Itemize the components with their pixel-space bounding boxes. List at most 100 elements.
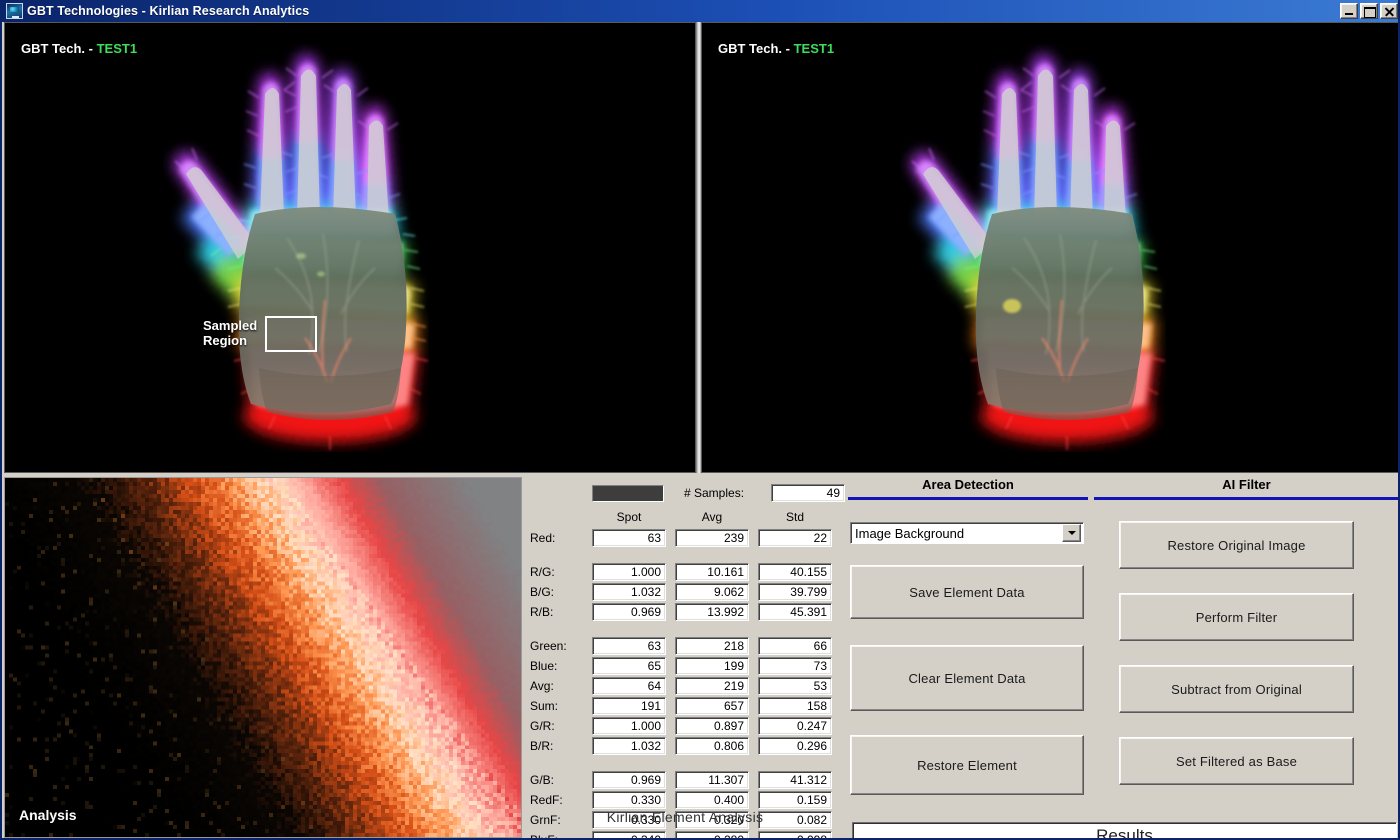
area-detection-dropdown-value: Image Background bbox=[851, 526, 1062, 541]
left-panel-label: GBT Tech. - TEST1 bbox=[21, 41, 137, 56]
maximize-button[interactable] bbox=[1360, 3, 1378, 19]
field-redf-spot[interactable]: 0.330 bbox=[592, 791, 666, 809]
field-gb-avg[interactable]: 11.307 bbox=[675, 771, 749, 789]
analysis-label: Analysis bbox=[19, 807, 77, 823]
results-bar[interactable]: Results bbox=[852, 822, 1397, 840]
field-rb-avg[interactable]: 13.992 bbox=[675, 603, 749, 621]
field-bg-avg[interactable]: 9.062 bbox=[675, 583, 749, 601]
kirlian-hand-render-left bbox=[5, 23, 695, 472]
field-sum-avg[interactable]: 657 bbox=[675, 697, 749, 715]
subtract-from-original-button[interactable]: Subtract from Original bbox=[1119, 665, 1354, 713]
row-label-rg: R/G: bbox=[530, 565, 555, 579]
field-rg-spot[interactable]: 1.000 bbox=[592, 563, 666, 581]
field-sum-spot[interactable]: 191 bbox=[592, 697, 666, 715]
analysis-image-panel[interactable]: Analysis bbox=[4, 477, 522, 838]
kirlian-image-left[interactable]: GBT Tech. - TEST1 Sampled Region bbox=[4, 22, 696, 473]
field-bg-std[interactable]: 39.799 bbox=[758, 583, 832, 601]
close-icon bbox=[1381, 4, 1397, 18]
ai-filter-rule bbox=[1094, 497, 1399, 500]
field-gr-std[interactable]: 0.247 bbox=[758, 717, 832, 735]
save-element-data-button[interactable]: Save Element Data bbox=[850, 565, 1084, 619]
row-label-gr: G/R: bbox=[530, 719, 555, 733]
field-rg-std[interactable]: 40.155 bbox=[758, 563, 832, 581]
left-panel-label-prefix: GBT Tech. - bbox=[21, 41, 97, 56]
close-button[interactable] bbox=[1380, 3, 1398, 19]
field-red-std[interactable]: 22 bbox=[758, 529, 832, 547]
sampled-region-box[interactable] bbox=[265, 316, 317, 352]
field-green-avg[interactable]: 218 bbox=[675, 637, 749, 655]
maximize-icon bbox=[1361, 4, 1377, 18]
field-bluf-std[interactable]: 0.098 bbox=[758, 831, 832, 840]
field-sum-std[interactable]: 158 bbox=[758, 697, 832, 715]
kirlian-element-analysis-panel: # Samples: 49 Spot Avg Std Red:6323922R/… bbox=[526, 477, 844, 838]
minimize-icon bbox=[1341, 4, 1357, 18]
field-blue-avg[interactable]: 199 bbox=[675, 657, 749, 675]
field-avg-std[interactable]: 53 bbox=[758, 677, 832, 695]
field-avg-spot[interactable]: 64 bbox=[592, 677, 666, 695]
field-gb-spot[interactable]: 0.969 bbox=[592, 771, 666, 789]
kirlian-hand-render-right bbox=[702, 23, 1398, 472]
kirlian-hand-svg-right bbox=[892, 38, 1192, 458]
kirlian-image-right[interactable]: GBT Tech. - TEST1 bbox=[701, 22, 1399, 473]
row-label-bluf: BluF: bbox=[530, 833, 558, 840]
chevron-down-icon[interactable] bbox=[1062, 524, 1081, 542]
area-detection-rule bbox=[848, 497, 1088, 500]
sampled-region-line1: Sampled bbox=[203, 319, 257, 334]
row-label-br: B/R: bbox=[530, 739, 553, 753]
row-label-rb: R/B: bbox=[530, 605, 553, 619]
area-detection-panel: Area Detection Image Background Save Ele… bbox=[848, 477, 1088, 838]
field-red-spot[interactable]: 63 bbox=[592, 529, 666, 547]
title-bar[interactable]: GBT Technologies - Kirlian Research Anal… bbox=[2, 0, 1400, 22]
field-green-spot[interactable]: 63 bbox=[592, 637, 666, 655]
window-body: GBT Tech. - TEST1 Sampled Region bbox=[2, 22, 1400, 840]
minimize-button[interactable] bbox=[1340, 3, 1358, 19]
field-blue-std[interactable]: 73 bbox=[758, 657, 832, 675]
stats-grid: Red: 63 239 22 R/G: 1.000 10.161 40.155 B/G: 1.03… bbox=[526, 477, 844, 838]
row-label-bg: B/G: bbox=[530, 585, 554, 599]
field-blue-spot[interactable]: 65 bbox=[592, 657, 666, 675]
sampled-region-line2: Region bbox=[203, 334, 257, 349]
row-label-sum: Sum: bbox=[530, 699, 558, 713]
perform-filter-button[interactable]: Perform Filter bbox=[1119, 593, 1354, 641]
field-rb-spot[interactable]: 0.969 bbox=[592, 603, 666, 621]
field-rb-std[interactable]: 45.391 bbox=[758, 603, 832, 621]
field-gb-std[interactable]: 41.312 bbox=[758, 771, 832, 789]
row-label-redf: RedF: bbox=[530, 793, 563, 807]
clear-element-data-button[interactable]: Clear Element Data bbox=[850, 645, 1084, 711]
field-bg-spot[interactable]: 1.032 bbox=[592, 583, 666, 601]
area-detection-title: Area Detection bbox=[848, 477, 1088, 492]
field-gr-avg[interactable]: 0.897 bbox=[675, 717, 749, 735]
ai-filter-title: AI Filter bbox=[1094, 477, 1399, 492]
application-window: GBT Technologies - Kirlian Research Anal… bbox=[0, 0, 1400, 840]
field-redf-avg[interactable]: 0.400 bbox=[675, 791, 749, 809]
analysis-pixel-canvas bbox=[5, 478, 521, 837]
field-br-avg[interactable]: 0.806 bbox=[675, 737, 749, 755]
field-bluf-spot[interactable]: 0.340 bbox=[592, 831, 666, 840]
kirlian-element-analysis-caption: Kirlian Element Analysis bbox=[526, 809, 844, 825]
field-green-std[interactable]: 66 bbox=[758, 637, 832, 655]
restore-original-image-button[interactable]: Restore Original Image bbox=[1119, 521, 1354, 569]
field-bluf-avg[interactable]: 0.280 bbox=[675, 831, 749, 840]
ai-filter-panel: AI Filter Restore Original Image Perform… bbox=[1094, 477, 1399, 812]
field-red-avg[interactable]: 239 bbox=[675, 529, 749, 547]
row-label-avg: Avg: bbox=[530, 679, 554, 693]
right-panel-label: GBT Tech. - TEST1 bbox=[718, 41, 834, 56]
set-filtered-as-base-button[interactable]: Set Filtered as Base bbox=[1119, 737, 1354, 785]
field-br-std[interactable]: 0.296 bbox=[758, 737, 832, 755]
row-label-red: Red: bbox=[530, 531, 555, 545]
window-controls bbox=[1340, 3, 1398, 19]
field-redf-std[interactable]: 0.159 bbox=[758, 791, 832, 809]
row-label-gb: G/B: bbox=[530, 773, 554, 787]
row-label-green: Green: bbox=[530, 639, 567, 653]
app-icon bbox=[6, 3, 23, 19]
field-br-spot[interactable]: 1.032 bbox=[592, 737, 666, 755]
area-detection-dropdown[interactable]: Image Background bbox=[850, 522, 1084, 544]
sampled-region-annotation: Sampled Region bbox=[203, 316, 317, 352]
field-rg-avg[interactable]: 10.161 bbox=[675, 563, 749, 581]
restore-element-button[interactable]: Restore Element bbox=[850, 735, 1084, 795]
field-gr-spot[interactable]: 1.000 bbox=[592, 717, 666, 735]
row-label-blue: Blue: bbox=[530, 659, 557, 673]
right-panel-label-prefix: GBT Tech. - bbox=[718, 41, 794, 56]
kirlian-hand-svg bbox=[155, 38, 455, 458]
field-avg-avg[interactable]: 219 bbox=[675, 677, 749, 695]
